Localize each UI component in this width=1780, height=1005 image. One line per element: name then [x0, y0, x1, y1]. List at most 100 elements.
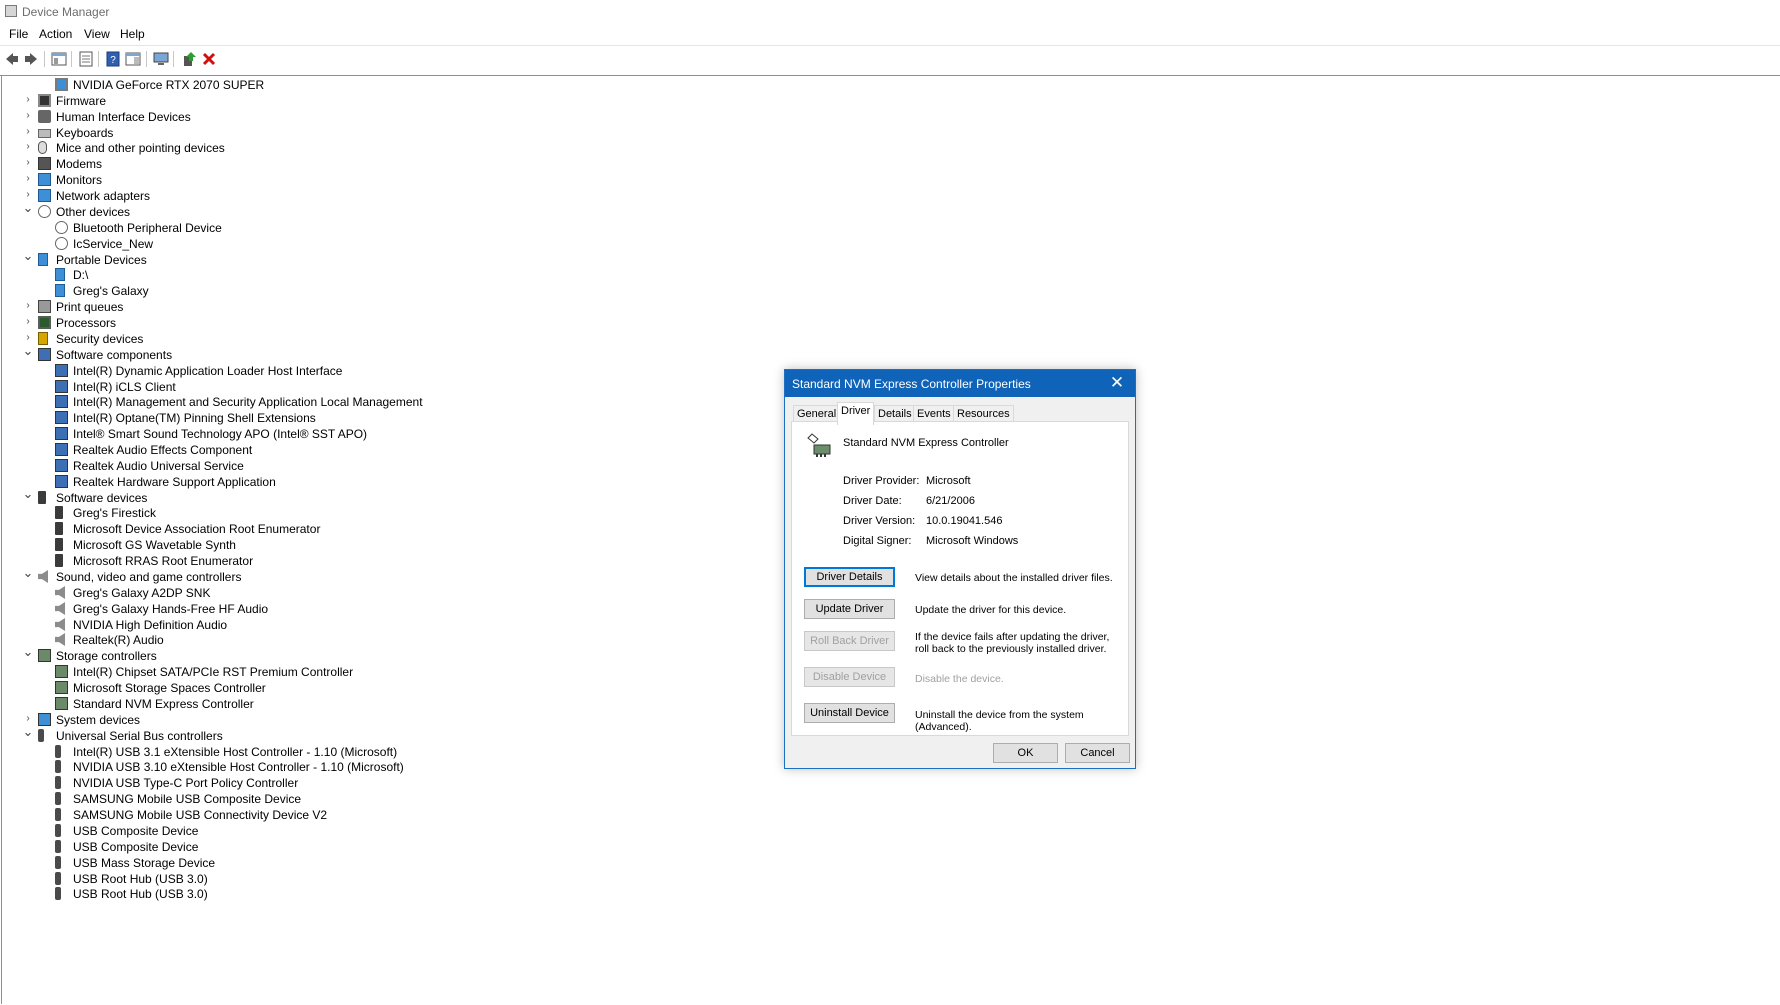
properties-icon[interactable] [78, 51, 94, 67]
tree-item-label: Modems [56, 157, 103, 171]
tree-item-label: Realtek Hardware Support Application [73, 475, 276, 489]
expand-icon[interactable]: › [22, 316, 34, 328]
net-icon [38, 189, 51, 202]
port-icon [38, 253, 48, 266]
collapse-icon[interactable]: ⌄ [22, 487, 34, 500]
print-icon [38, 300, 51, 313]
driver-version-label: Driver Version: [843, 515, 916, 527]
tree-item-label: Firmware [56, 94, 106, 108]
disable-device-button[interactable]: Disable Device [804, 667, 895, 687]
expand-icon[interactable]: › [22, 94, 34, 106]
tree-item-label: D:\ [73, 268, 89, 282]
menu-action[interactable]: Action [39, 27, 72, 41]
device-manager-app-icon [5, 5, 17, 17]
menu-file[interactable]: File [9, 27, 28, 41]
uninstall-device-description: Uninstall the device from the system (Ad… [915, 709, 1084, 733]
tab-driver[interactable]: Driver [837, 402, 875, 425]
tree-item-label: Intel(R) iCLS Client [73, 380, 176, 394]
swc-icon [55, 380, 68, 393]
toolbar-separator [98, 51, 99, 67]
usb-icon [38, 729, 44, 742]
tree-item-label: Intel(R) Chipset SATA/PCIe RST Premium C… [73, 665, 354, 679]
tree-item-label: Intel(R) USB 3.1 eXtensible Host Control… [73, 745, 398, 759]
usb-icon [55, 808, 61, 821]
expand-icon[interactable]: › [22, 110, 34, 122]
update-driver-description: Update the driver for this device. [915, 604, 1067, 616]
other-icon [55, 237, 68, 250]
swc-icon [55, 427, 68, 440]
roll-back-driver-description: If the device fails after updating the d… [915, 631, 1110, 655]
driver-provider-value: Microsoft [926, 475, 971, 487]
forward-icon[interactable] [23, 51, 39, 67]
snd-icon [55, 586, 65, 599]
tree-item-label: NVIDIA USB 3.10 eXtensible Host Controll… [73, 760, 404, 774]
swd-icon [55, 554, 63, 567]
collapse-icon[interactable]: ⌄ [22, 249, 34, 262]
tree-item-label: Intel(R) Dynamic Application Loader Host… [73, 364, 343, 378]
expand-icon[interactable]: › [22, 173, 34, 185]
action-pane-icon[interactable] [125, 51, 141, 67]
tree-device[interactable]: USB Root Hub (USB 3.0) [0, 885, 700, 903]
swc-icon [55, 364, 68, 377]
swd-icon [55, 506, 63, 519]
expand-icon[interactable]: › [22, 126, 34, 138]
usb-icon [55, 745, 61, 758]
sys-icon [38, 713, 51, 726]
tree-item-label: Software devices [56, 491, 148, 505]
tree-item-label: Intel(R) Optane(TM) Pinning Shell Extens… [73, 411, 316, 425]
cancel-button[interactable]: Cancel [1065, 743, 1130, 763]
snd-icon [55, 618, 65, 631]
menu-help[interactable]: Help [120, 27, 145, 41]
tree-item-label: USB Root Hub (USB 3.0) [73, 872, 208, 886]
tree-item-label: Microsoft Storage Spaces Controller [73, 681, 266, 695]
swc-icon [38, 348, 51, 361]
tree-item-label: Microsoft GS Wavetable Synth [73, 538, 236, 552]
tree-item-label: Microsoft Device Association Root Enumer… [73, 522, 321, 536]
back-icon[interactable] [4, 51, 20, 67]
ok-button[interactable]: OK [993, 743, 1058, 763]
tree-item-label: Realtek Audio Effects Component [73, 443, 253, 457]
expand-icon[interactable]: › [22, 141, 34, 153]
usb-icon [55, 792, 61, 805]
tree-item-label: Software components [56, 348, 173, 362]
other-icon [55, 221, 68, 234]
swc-icon [55, 411, 68, 424]
update-driver-button[interactable]: Update Driver [804, 599, 895, 619]
roll-back-driver-button[interactable]: Roll Back Driver [804, 631, 895, 651]
swc-icon [55, 475, 68, 488]
close-icon[interactable]: ✕ [1107, 373, 1127, 393]
collapse-icon[interactable]: ⌄ [22, 344, 34, 357]
toolbar-separator [173, 51, 174, 67]
digital-signer-label: Digital Signer: [843, 535, 912, 547]
disable-device-description: Disable the device. [915, 673, 1004, 685]
tree-item-label: USB Composite Device [73, 840, 199, 854]
menu-view[interactable]: View [84, 27, 110, 41]
swd-icon [55, 522, 63, 535]
driver-details-button[interactable]: Driver Details [804, 567, 895, 587]
tree-item-label: Storage controllers [56, 649, 157, 663]
expand-icon[interactable]: › [22, 300, 34, 312]
expand-icon[interactable]: › [22, 157, 34, 169]
swd-icon [55, 538, 63, 551]
toolbar-separator [146, 51, 147, 67]
collapse-icon[interactable]: ⌄ [22, 645, 34, 658]
tree-item-label: NVIDIA USB Type-C Port Policy Controller [73, 776, 299, 790]
uninstall-device-button[interactable]: Uninstall Device [804, 703, 895, 723]
collapse-icon[interactable]: ⌄ [22, 201, 34, 214]
tree-item-label: Standard NVM Express Controller [73, 697, 254, 711]
show-hide-console-tree-icon[interactable] [51, 51, 67, 67]
dialog-title: Standard NVM Express Controller Properti… [792, 377, 1031, 391]
help-icon[interactable]: ? [105, 51, 121, 67]
collapse-icon[interactable]: ⌄ [22, 566, 34, 579]
update-driver-icon[interactable] [181, 51, 197, 67]
uninstall-icon[interactable] [201, 51, 217, 67]
net-icon [38, 173, 51, 186]
scan-hardware-icon[interactable] [153, 51, 169, 67]
chip-icon [38, 94, 51, 107]
other-icon [38, 205, 51, 218]
driver-date-value: 6/21/2006 [926, 495, 975, 507]
usb-icon [55, 776, 61, 789]
monitor-icon [55, 78, 68, 91]
tree-item-label: Human Interface Devices [56, 110, 191, 124]
collapse-icon[interactable]: ⌄ [22, 725, 34, 738]
